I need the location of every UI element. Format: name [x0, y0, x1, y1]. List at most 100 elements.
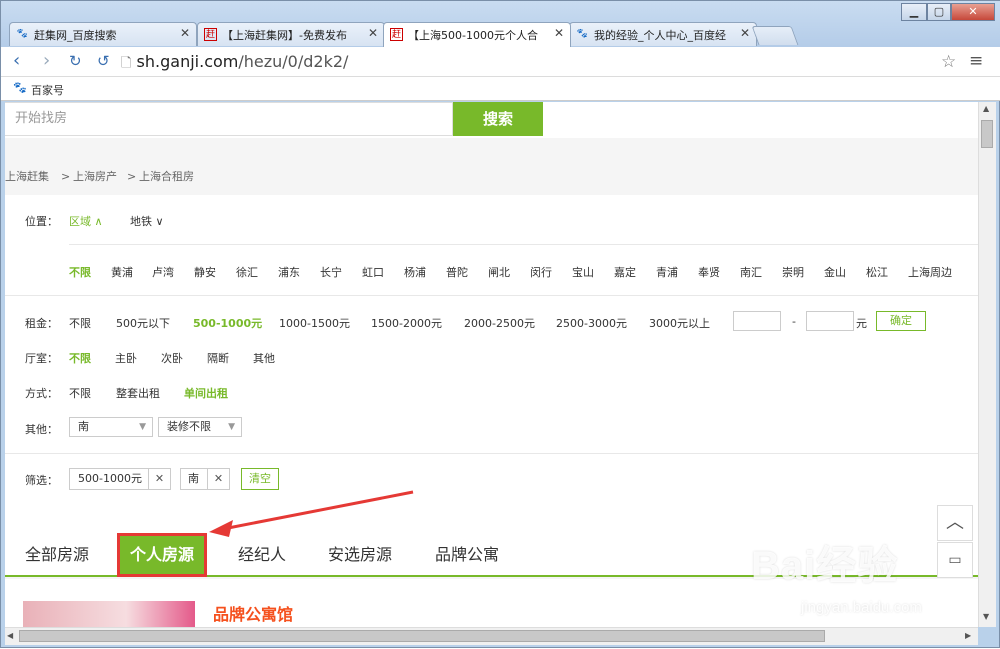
rent-unit: 元 [856, 317, 867, 330]
feedback-button[interactable]: ▭ [937, 542, 973, 578]
orientation-select[interactable]: 南 ▼ [69, 417, 153, 437]
district-option-20[interactable]: 上海周边 [908, 264, 952, 280]
chosen-chip-orientation: 南 ✕ [180, 468, 230, 490]
close-icon[interactable]: ✕ [180, 26, 190, 40]
district-option-2[interactable]: 卢湾 [152, 264, 174, 280]
location-mode-area[interactable]: 区域 ∧ [69, 213, 103, 229]
location-mode-subway[interactable]: 地铁 ∨ [130, 213, 164, 229]
dropdown-arrow-icon: ▼ [139, 422, 146, 432]
breadcrumb-item[interactable]: 上海房产 [73, 160, 117, 194]
address-bar[interactable]: 🗋 sh.ganji.com/hezu/0/d2k2/ [121, 51, 941, 73]
rent-max-input[interactable] [806, 311, 854, 331]
district-option-15[interactable]: 奉贤 [698, 264, 720, 280]
district-option-13[interactable]: 嘉定 [614, 264, 636, 280]
district-option-16[interactable]: 南汇 [740, 264, 762, 280]
forward-icon[interactable]: › [43, 52, 50, 70]
district-option-9[interactable]: 普陀 [446, 264, 468, 280]
district-option-11[interactable]: 闵行 [530, 264, 552, 280]
decoration-select[interactable]: 装修不限 ▼ [158, 417, 242, 437]
tab-agents[interactable]: 经纪人 [228, 533, 296, 577]
room-option-4[interactable]: 其他 [253, 350, 275, 366]
tab-brand-apartments[interactable]: 品牌公寓 [425, 533, 509, 577]
tab-baidu-jingyan[interactable]: 🐾 我的经验_个人中心_百度经 ✕ [569, 22, 757, 46]
rent-option-6[interactable]: 2500-3000元 [556, 315, 627, 331]
room-option-2[interactable]: 次卧 [161, 350, 183, 366]
search-button[interactable]: 搜索 [453, 102, 543, 136]
vertical-scroll-thumb[interactable] [981, 120, 993, 148]
filter-panel: 位置： 区域 ∧ 地铁 ∨ 不限 黄浦 卢湾 静安 徐汇 浦东 长宁 虹口 杨浦 普陀 闸北 闵行 宝山… [5, 195, 978, 525]
scroll-up-icon[interactable]: ▲ [983, 104, 989, 113]
tab-personal-listings[interactable]: 个人房源 [117, 533, 208, 577]
district-option-4[interactable]: 徐汇 [236, 264, 258, 280]
district-option-0[interactable]: 不限 [69, 264, 91, 280]
rent-option-3[interactable]: 1000-1500元 [279, 315, 350, 331]
location-label: 位置： [25, 215, 58, 228]
new-tab-button[interactable] [751, 26, 799, 45]
page-icon: 🗋 [121, 56, 132, 71]
breadcrumb-item[interactable]: 上海赶集 [5, 160, 49, 194]
scroll-down-icon[interactable]: ▼ [983, 612, 989, 621]
breadcrumb-sep: > [127, 170, 137, 183]
tab-ganji-home[interactable]: 赶 【上海赶集网】-免费发布 ✕ [197, 22, 385, 46]
bookmark-baijiahao[interactable]: 百家号 [31, 82, 64, 98]
tab-all-listings[interactable]: 全部房源 [15, 533, 99, 577]
bookmarks-bar: 🐾 百家号 [1, 77, 1000, 101]
tab-ganji-hezu[interactable]: 赶 【上海500-1000元个人合 ✕ [383, 22, 571, 47]
close-icon[interactable]: ✕ [740, 26, 750, 40]
room-option-0[interactable]: 不限 [69, 350, 91, 366]
rent-min-input[interactable] [733, 311, 781, 331]
mode-option-2[interactable]: 单间出租 [184, 385, 228, 401]
minimize-button[interactable]: ▁ [901, 3, 927, 21]
district-option-10[interactable]: 闸北 [488, 264, 510, 280]
reload-icon[interactable]: ↻ [69, 52, 82, 70]
menu-icon[interactable]: ≡ [969, 51, 983, 71]
watermark-logo: Bai经验 [751, 544, 899, 588]
scroll-left-icon[interactable]: ◀ [7, 631, 13, 640]
star-icon[interactable]: ☆ [941, 52, 956, 72]
clear-filters-button[interactable]: 清空 [241, 468, 279, 490]
rent-confirm-button[interactable]: 确定 [876, 311, 926, 331]
district-option-7[interactable]: 虹口 [362, 264, 384, 280]
rent-option-5[interactable]: 2000-2500元 [464, 315, 535, 331]
close-window-button[interactable]: ✕ [951, 3, 995, 21]
mode-option-0[interactable]: 不限 [69, 385, 91, 401]
undo-icon[interactable]: ↺ [97, 52, 110, 70]
district-option-12[interactable]: 宝山 [572, 264, 594, 280]
back-icon[interactable]: ‹ [13, 52, 20, 70]
mode-option-1[interactable]: 整套出租 [116, 385, 160, 401]
rent-option-1[interactable]: 500元以下 [116, 315, 170, 331]
baidu-paw-icon: 🐾 [13, 81, 27, 94]
horizontal-scroll-thumb[interactable] [19, 630, 825, 642]
tab-verified-listings[interactable]: 安选房源 [318, 533, 402, 577]
scroll-right-icon[interactable]: ▶ [965, 631, 971, 640]
district-option-6[interactable]: 长宁 [320, 264, 342, 280]
district-option-17[interactable]: 崇明 [782, 264, 804, 280]
tab-baidu-search[interactable]: 🐾 赶集网_百度搜索 ✕ [9, 22, 197, 46]
rent-option-2[interactable]: 500-1000元 [193, 315, 262, 331]
remove-icon[interactable]: ✕ [207, 469, 229, 489]
listing-image[interactable] [23, 601, 195, 627]
district-option-18[interactable]: 金山 [824, 264, 846, 280]
remove-icon[interactable]: ✕ [148, 469, 170, 489]
search-input[interactable]: 开始找房 [5, 102, 453, 136]
maximize-button[interactable]: ▢ [927, 3, 951, 21]
listing-title[interactable]: 品牌公寓馆 [213, 601, 293, 625]
rent-option-0[interactable]: 不限 [69, 315, 91, 331]
chosen-label: 筛选： [25, 474, 58, 487]
district-option-3[interactable]: 静安 [194, 264, 216, 280]
rent-option-4[interactable]: 1500-2000元 [371, 315, 442, 331]
room-option-3[interactable]: 隔断 [207, 350, 229, 366]
rent-option-7[interactable]: 3000元以上 [649, 315, 710, 331]
vertical-scrollbar[interactable]: ▲ ▼ [978, 102, 996, 627]
district-option-14[interactable]: 青浦 [656, 264, 678, 280]
room-option-1[interactable]: 主卧 [115, 350, 137, 366]
district-option-1[interactable]: 黄浦 [111, 264, 133, 280]
district-option-19[interactable]: 松江 [866, 264, 888, 280]
district-option-5[interactable]: 浦东 [278, 264, 300, 280]
close-icon[interactable]: ✕ [554, 26, 564, 40]
horizontal-scrollbar[interactable]: ◀ ▶ [5, 627, 978, 645]
back-to-top-button[interactable]: ︿ [937, 505, 973, 541]
close-icon[interactable]: ✕ [368, 26, 378, 40]
district-option-8[interactable]: 杨浦 [404, 264, 426, 280]
rent-label: 租金： [25, 317, 58, 330]
